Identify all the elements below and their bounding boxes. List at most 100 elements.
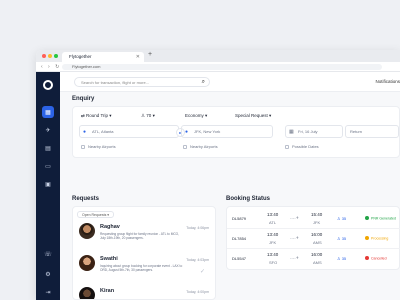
- arrival-code: AMS: [313, 260, 322, 265]
- arrival-time: 16:00: [311, 252, 323, 257]
- avatar: [79, 223, 95, 239]
- trip-type-value: Round Trip: [86, 113, 109, 118]
- booking-row[interactable]: DL5879 13:40 ATL - - - - ✈ 15:40 JFK ♙ 3…: [227, 209, 400, 229]
- possible-dates-checkbox[interactable]: Possible Dates: [285, 144, 319, 150]
- nearby-to-label: Nearby Airports: [190, 144, 218, 149]
- status-text: Processing: [371, 236, 389, 241]
- avatar: [79, 287, 95, 299]
- passenger-count: ♙ 35: [337, 216, 347, 221]
- request-message: Requesting group flight for family reuni…: [100, 232, 180, 241]
- passenger-value: 70: [146, 113, 152, 118]
- request-time: Today, 4:00pm: [186, 290, 209, 294]
- requests-filter-dropdown[interactable]: Open Requests ▾: [77, 211, 115, 218]
- maximize-window-dot[interactable]: [54, 54, 58, 58]
- departure-time: 13:40: [267, 252, 279, 257]
- logout-icon[interactable]: ⇥: [42, 286, 54, 298]
- arrival-code: JFK: [313, 220, 321, 225]
- search-input[interactable]: Search for transaction, flight or more..…: [74, 77, 210, 87]
- flight-id: DL7854: [232, 236, 247, 241]
- check-icon[interactable]: ✓: [200, 268, 205, 275]
- passenger-count: ♙ 35: [337, 236, 347, 241]
- nearby-airports-to-checkbox[interactable]: Nearby Airports: [183, 144, 218, 150]
- briefcase-icon[interactable]: ▣: [42, 178, 54, 190]
- status-dot-icon: [365, 216, 369, 220]
- flights-icon[interactable]: ✈: [42, 124, 54, 136]
- topbar: Search for transaction, flight or more..…: [60, 72, 400, 92]
- from-field[interactable]: ● ATL, Atlanta: [79, 125, 179, 138]
- request-name: Kiran: [100, 288, 115, 294]
- request-item[interactable]: Raghav Requesting group flight for famil…: [79, 223, 215, 251]
- location-pin-icon: ●: [83, 129, 87, 135]
- flight-id: DL5879: [232, 216, 247, 221]
- enquiry-panel: ⇄ Round Trip ▾ ♙ 70 ▾ Economy ▾ Special …: [72, 106, 400, 158]
- messages-icon[interactable]: ▭: [42, 160, 54, 172]
- filter-value: Open Requests: [82, 213, 107, 217]
- browser-tabbar: Flytogether ✕ +: [36, 50, 400, 62]
- requests-title: Requests: [72, 196, 100, 202]
- browser-tab[interactable]: Flytogether ✕: [62, 52, 144, 62]
- cabin-class-select[interactable]: Economy ▾: [185, 112, 207, 120]
- departure-code: ATL: [269, 220, 277, 225]
- calendar-icon: ▦: [289, 129, 294, 135]
- nearby-airports-from-checkbox[interactable]: Nearby Airports: [81, 144, 116, 150]
- departure-code: JFK: [269, 240, 277, 245]
- status-dot-icon: [365, 256, 369, 260]
- possible-dates-label: Possible Dates: [292, 144, 319, 149]
- return-date-field[interactable]: Return: [345, 125, 399, 138]
- arrival-time: 15:40: [311, 212, 323, 217]
- phone-icon[interactable]: ☏: [42, 248, 54, 260]
- settings-icon[interactable]: ⚙: [42, 268, 54, 280]
- special-request-select[interactable]: Special Request ▾: [235, 112, 271, 120]
- request-item[interactable]: Kiran Today, 4:00pm: [79, 287, 215, 299]
- search-placeholder: Search for transaction, flight or more..…: [81, 80, 150, 85]
- nav-arrows-icon[interactable]: ‹ › ↻: [41, 64, 61, 70]
- status-badge: PNR Generated: [365, 216, 396, 221]
- notifications-button[interactable]: Notifications: [375, 79, 400, 84]
- trip-type-select[interactable]: ⇄ Round Trip ▾: [81, 112, 112, 120]
- request-name: Raghav: [100, 224, 120, 230]
- app-logo: [43, 80, 53, 90]
- passenger-count: ♙ 35: [337, 256, 347, 261]
- checkbox-box: [81, 144, 85, 149]
- avatar: [79, 255, 95, 271]
- status-badge: Cancelled: [365, 256, 387, 261]
- checkbox-box: [285, 144, 289, 149]
- to-field[interactable]: ● JFK, New York: [181, 125, 273, 138]
- pax-value: 35: [341, 236, 347, 241]
- booking-row[interactable]: DL7854 13:40 JFK - - - - ✈ 16:00 AMS ♙ 3…: [227, 229, 400, 249]
- close-window-dot[interactable]: [42, 54, 46, 58]
- booking-row[interactable]: DL5547 13:40 SFO - - - - ✈ 16:00 AMS ♙ 3…: [227, 249, 400, 269]
- request-item[interactable]: Swathi Inquiring about group booking for…: [79, 255, 215, 283]
- arrival-time: 16:00: [311, 232, 323, 237]
- flight-arrow-icon: - - - - ✈: [290, 215, 299, 220]
- return-placeholder: Return: [350, 129, 363, 134]
- checkbox-box: [183, 144, 187, 149]
- tab-close-icon[interactable]: ✕: [136, 52, 140, 62]
- search-icon[interactable]: ⌕: [202, 78, 205, 87]
- to-value: JFK, New York: [194, 129, 221, 134]
- browser-tab-title: Flytogether: [69, 54, 92, 59]
- depart-date-value: Fri, 16 July: [298, 129, 318, 134]
- status-text: PNR Generated: [371, 216, 396, 221]
- dashboard-icon[interactable]: ▦: [42, 106, 54, 118]
- status-text: Cancelled: [371, 256, 387, 261]
- bookings-icon[interactable]: ▤: [42, 142, 54, 154]
- depart-date-field[interactable]: ▦ Fri, 16 July: [285, 125, 343, 138]
- status-badge: Processing: [365, 236, 388, 241]
- new-tab-icon[interactable]: +: [148, 51, 152, 58]
- minimize-window-dot[interactable]: [48, 54, 52, 58]
- browser-window: Flytogether ✕ + ‹ › ↻ Flytogether.com ▦ …: [36, 50, 400, 300]
- pax-value: 35: [341, 216, 347, 221]
- location-pin-icon: ●: [185, 129, 189, 135]
- departure-time: 13:40: [267, 232, 279, 237]
- booking-status-title: Booking Status: [226, 196, 271, 202]
- requests-panel: Open Requests ▾ Raghav Requesting group …: [72, 206, 216, 300]
- request-time: Today, 4:03pm: [186, 258, 209, 262]
- address-bar[interactable]: Flytogether.com: [62, 64, 382, 70]
- departure-code: SFO: [269, 260, 278, 265]
- departure-time: 13:40: [267, 212, 279, 217]
- passenger-select[interactable]: ♙ 70 ▾: [141, 112, 155, 120]
- flight-id: DL5547: [232, 256, 247, 261]
- cabin-class-value: Economy: [185, 113, 204, 118]
- nearby-from-label: Nearby Airports: [88, 144, 116, 149]
